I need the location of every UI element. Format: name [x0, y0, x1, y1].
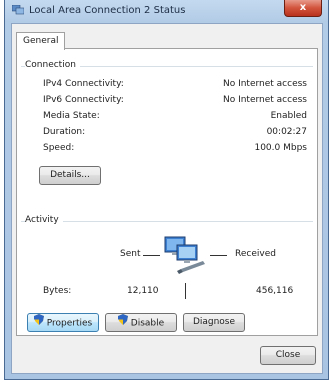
close-button[interactable]: Close [260, 346, 316, 365]
bytes-label: Bytes: [43, 286, 72, 296]
disable-button[interactable]: Disable [105, 313, 177, 332]
activity-divider [185, 283, 186, 299]
media-state-value: Enabled [270, 111, 307, 121]
ipv4-connectivity-value: No Internet access [222, 79, 307, 89]
disable-label: Disable [130, 318, 165, 329]
diagnose-button[interactable]: Diagnose [183, 313, 245, 332]
details-button[interactable]: Details... [39, 166, 101, 185]
uac-shield-icon [33, 314, 44, 332]
properties-label: Properties [46, 318, 93, 329]
network-icon [12, 5, 24, 15]
dialog-client-area: General Connection IPv4 Connectivity: No… [11, 23, 323, 374]
speed-label: Speed: [43, 143, 75, 153]
tab-general[interactable]: General [16, 32, 66, 50]
media-state-label: Media State: [43, 111, 100, 121]
sent-line [143, 255, 160, 256]
bytes-sent-value: 12,110 [127, 286, 159, 296]
general-tab-panel: Connection IPv4 Connectivity: No Interne… [16, 48, 318, 336]
properties-button[interactable]: Properties [27, 313, 99, 332]
activity-group-line [21, 221, 313, 222]
title-bar[interactable]: Local Area Connection 2 Status x [5, 0, 328, 22]
window-title: Local Area Connection 2 Status [29, 5, 186, 16]
bytes-received-value: 456,116 [256, 286, 294, 296]
uac-shield-icon [117, 314, 128, 332]
ipv6-connectivity-value: No Internet access [222, 95, 307, 105]
ipv4-connectivity-label: IPv4 Connectivity: [43, 79, 124, 89]
status-dialog: Local Area Connection 2 Status x General… [4, 0, 329, 380]
received-label: Received [235, 249, 276, 259]
connection-group-label: Connection [25, 60, 80, 70]
duration-value: 00:02:27 [266, 127, 307, 137]
activity-group-label: Activity [25, 215, 63, 225]
received-line [210, 255, 227, 256]
duration-label: Duration: [43, 127, 86, 137]
sent-label: Sent [120, 249, 141, 259]
ipv6-connectivity-label: IPv6 Connectivity: [43, 95, 124, 105]
window-close-button[interactable]: x [284, 0, 322, 17]
network-computers-icon [164, 236, 205, 274]
speed-value: 100.0 Mbps [254, 143, 307, 153]
